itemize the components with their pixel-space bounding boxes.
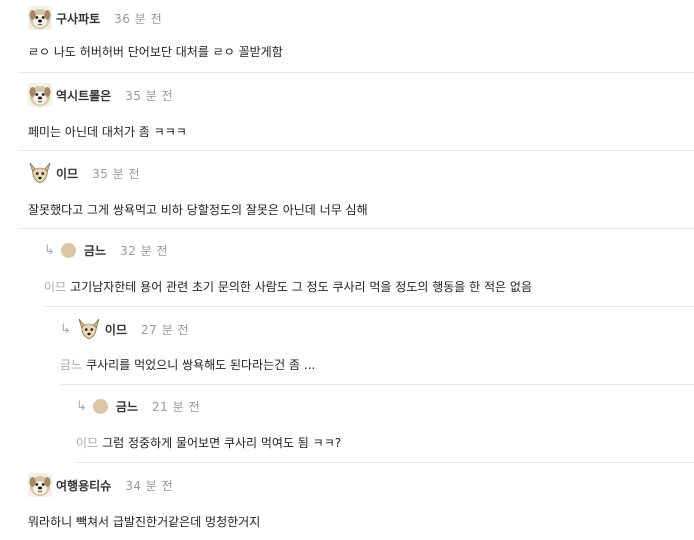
comment-text: 금느 쿠사리를 먹었으니 쌍욕해도 된다라는건 좀 ... [60, 356, 315, 373]
comment-body-text: 쿠사리를 먹었으니 쌍욕해도 된다라는건 좀 ... [86, 358, 316, 372]
dog-avatar-icon[interactable] [28, 6, 52, 30]
dog-avatar-icon[interactable] [28, 83, 52, 107]
comment-text: 이므 고기남자한테 용어 관련 초기 문의한 사람도 그 정도 쿠사리 먹을 정도… [44, 278, 532, 295]
reply-item: ↳ 금느 32 분 전 이므 고기남자한테 용어 관련 초기 문의한 사람도 그 … [44, 229, 694, 307]
comment-time: 35 분 전 [92, 166, 141, 181]
comment-header: 역시트롤은 35 분 전 [28, 83, 173, 107]
reply-arrow-icon: ↳ [44, 243, 55, 258]
default-avatar-dot[interactable] [60, 243, 76, 258]
comment-time: 32 분 전 [120, 244, 168, 258]
comment-author[interactable]: 여행용티슈 [56, 477, 111, 494]
comment-item: 역시트롤은 35 분 전 페미는 아닌데 대처가 좀 ㅋㅋㅋ [18, 73, 694, 151]
chihuahua-avatar-icon[interactable] [28, 161, 52, 185]
dog-avatar-icon[interactable] [28, 473, 52, 497]
comment-author[interactable]: 이므 [56, 165, 78, 182]
comment-text: ㄹㅇ 나도 허버허버 단어보단 대처를 ㄹㅇ 꼴받게함 [28, 45, 283, 59]
comment-header: 여행용티슈 34 분 전 [28, 473, 173, 497]
comment-body-text: 고기남자한테 용어 관련 초기 문의한 사람도 그 정도 쿠사리 먹을 정도의 … [70, 280, 532, 294]
comment-header: 이므 35 분 전 [28, 161, 140, 185]
mention-tag[interactable]: 이므 [76, 436, 98, 450]
comment-item: 이므 35 분 전 잘못했다고 그게 쌍욕먹고 비하 당할정도의 잘못은 아닌데… [18, 151, 694, 229]
comment-text: 뭐라하니 빽쳐서 급발진한거같은데 멍청한거지 [28, 515, 261, 529]
comment-author[interactable]: 금느 [84, 242, 106, 259]
reply-arrow-icon: ↳ [76, 399, 87, 414]
comment-author[interactable]: 이므 [105, 321, 127, 338]
default-avatar-dot[interactable] [92, 399, 108, 414]
chihuahua-avatar-icon[interactable] [76, 317, 101, 341]
comment-time: 34 분 전 [125, 478, 174, 493]
comment-time: 36 분 전 [114, 11, 163, 26]
comment-text: 이므 그럼 정중하게 물어보면 쿠사리 먹여도 됨 ㅋㅋ? [76, 434, 341, 451]
comment-text: 잘못했다고 그게 쌍욕먹고 비하 당할정도의 잘못은 아닌데 너무 심해 [28, 203, 368, 217]
comment-header: ↳ 금느 21 분 전 [76, 398, 200, 415]
comment-author[interactable]: 역시트롤은 [56, 87, 111, 104]
comment-header: ↳ 금느 32 분 전 [44, 242, 168, 259]
reply-item: ↳ 금느 21 분 전 이므 그럼 정중하게 물어보면 쿠사리 먹여도 됨 ㅋㅋ? [76, 385, 694, 463]
comment-body-text: 그럼 정중하게 물어보면 쿠사리 먹여도 됨 ㅋㅋ? [102, 436, 342, 450]
comment-item: 여행용티슈 34 분 전 뭐라하니 빽쳐서 급발진한거같은데 멍청한거지 [18, 463, 694, 540]
comment-header: ↳ 이므 27 분 전 [60, 317, 189, 341]
comment-author[interactable]: 구사파토 [56, 10, 100, 27]
comment-time: 35 분 전 [125, 88, 174, 103]
comment-time: 27 분 전 [141, 322, 189, 337]
reply-arrow-icon: ↳ [60, 321, 71, 337]
mention-tag[interactable]: 금느 [60, 358, 82, 372]
reply-item: ↳ 이므 27 분 전 금느 쿠사리를 먹었으니 쌍욕해도 된다라는건 좀 ... [60, 307, 694, 385]
mention-tag[interactable]: 이므 [44, 280, 66, 294]
comment-header: 구사파토 36 분 전 [28, 6, 162, 30]
comment-text: 페미는 아닌데 대처가 좀 ㅋㅋㅋ [28, 125, 187, 139]
comment-author[interactable]: 금느 [116, 398, 138, 415]
comment-item: 구사파토 36 분 전 ㄹㅇ 나도 허버허버 단어보단 대처를 ㄹㅇ 꼴받게함 [18, 0, 694, 73]
comment-time: 21 분 전 [152, 400, 200, 414]
